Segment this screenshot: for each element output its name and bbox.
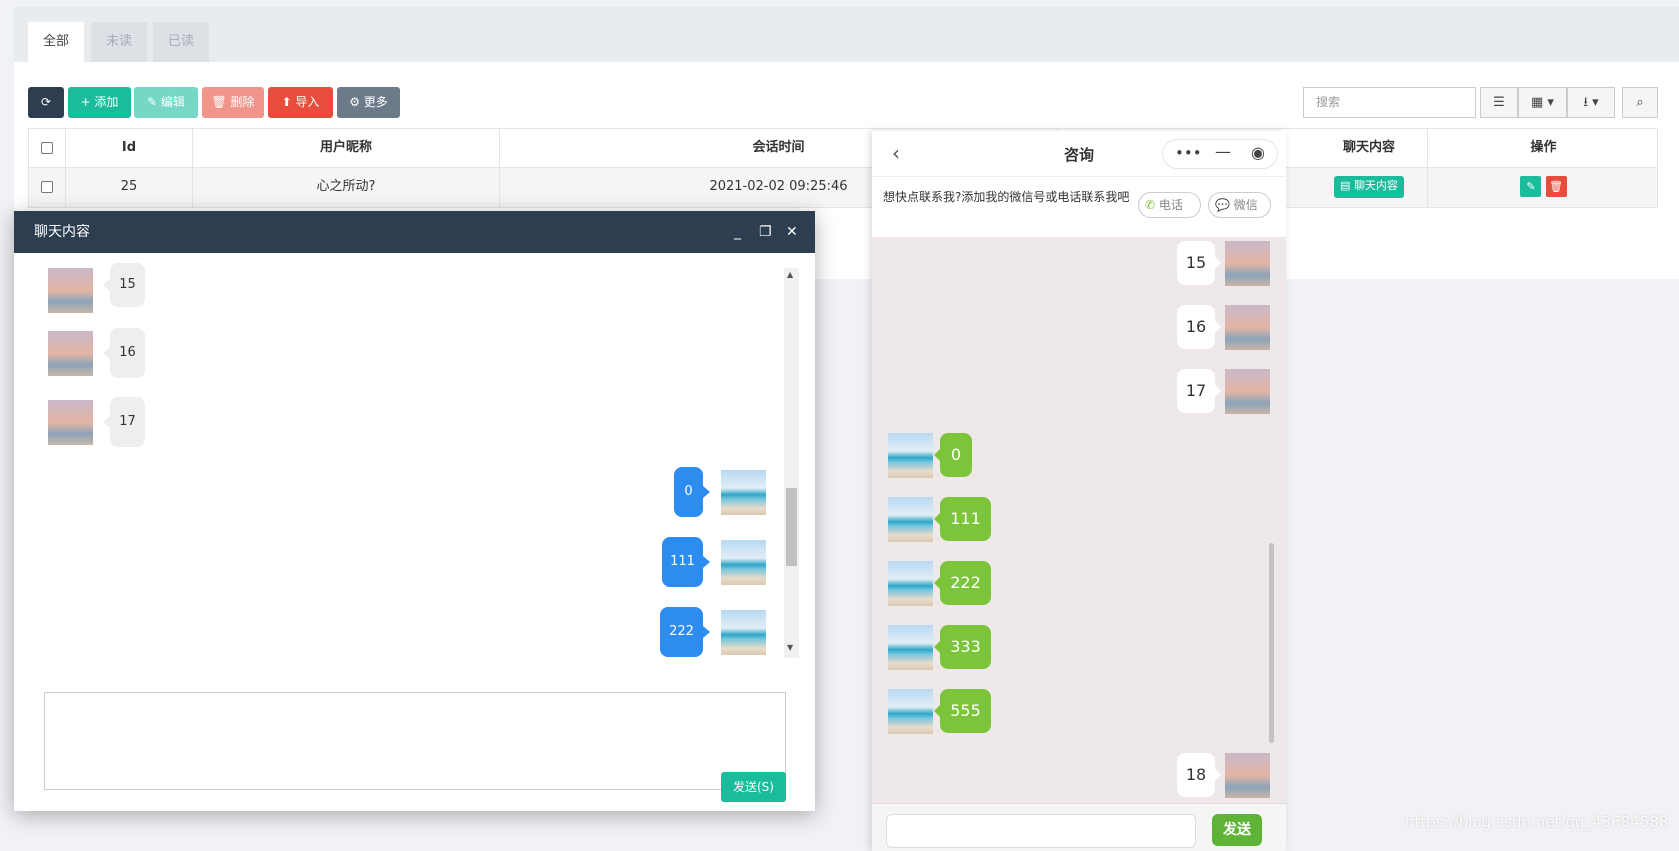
mobile-message-input[interactable] xyxy=(886,814,1196,848)
notice-text: 想快点联系我?添加我的微信号或电话联系我吧 xyxy=(883,190,1130,204)
scrollbar[interactable] xyxy=(1269,543,1274,743)
select-all-checkbox[interactable] xyxy=(29,129,66,167)
avatar xyxy=(888,433,933,478)
wechat-button[interactable]: 💬 微信 xyxy=(1208,192,1271,218)
list-view-icon[interactable]: ☰ xyxy=(1480,87,1518,118)
message-bubble: 111 xyxy=(662,537,710,587)
row-delete-icon[interactable]: 🗑 xyxy=(1545,176,1567,197)
phone-button[interactable]: ✆ 电话 xyxy=(1138,192,1201,218)
avatar xyxy=(48,268,93,313)
more-dots-icon[interactable]: ••• xyxy=(1175,144,1202,162)
row-nickname: 心之所动? xyxy=(193,168,500,207)
popup-title: 聊天内容 xyxy=(34,224,90,240)
minimize-icon[interactable]: — xyxy=(1215,142,1231,161)
avatar xyxy=(1225,305,1270,350)
row-checkbox[interactable] xyxy=(29,168,66,207)
mobile-header: ‹ 咨询 ••• — ◉ xyxy=(872,131,1286,177)
message-input[interactable] xyxy=(44,692,786,790)
columns-icon[interactable]: ▦ ▾ xyxy=(1518,87,1567,118)
avatar xyxy=(888,625,933,670)
message-bubble: 222 xyxy=(660,607,710,657)
avatar xyxy=(48,400,93,445)
mobile-message-list: 15 16 17 0 111 222 333 555 18 xyxy=(872,237,1286,803)
scroll-up-icon[interactable]: ▲ xyxy=(787,270,793,279)
maximize-icon[interactable]: ❐ xyxy=(759,211,772,253)
mobile-chat-panel: ‹ 咨询 ••• — ◉ 想快点联系我?添加我的微信号或电话联系我吧 ✆ 电话 … xyxy=(872,131,1286,851)
avatar xyxy=(721,610,766,655)
message-bubble: 17 xyxy=(1177,369,1221,413)
message-bubble: 0 xyxy=(674,467,710,517)
row-actions: ✎ 🗑 xyxy=(1428,168,1659,207)
avatar xyxy=(888,497,933,542)
row-chat-cell: ▤ 聊天内容 xyxy=(1311,168,1428,207)
col-nickname: 用户昵称 xyxy=(193,129,500,167)
add-button[interactable]: + 添加 xyxy=(68,87,131,118)
tabs-bar xyxy=(14,7,1679,62)
message-bubble: 222 xyxy=(934,561,991,605)
avatar xyxy=(721,540,766,585)
export-icon[interactable]: ⭳ ▾ xyxy=(1567,87,1615,118)
message-bubble: 16 xyxy=(103,328,145,378)
col-actions: 操作 xyxy=(1530,140,1557,155)
more-button[interactable]: ⚙ 更多 xyxy=(337,87,400,118)
scrollbar-thumb[interactable] xyxy=(786,488,797,566)
message-bubble: 17 xyxy=(103,397,145,447)
scrollbar[interactable] xyxy=(784,268,799,658)
mobile-input-bar: 发送 xyxy=(872,803,1286,851)
message-bubble: 0 xyxy=(934,433,972,477)
delete-button[interactable]: 🗑 删除 xyxy=(202,87,264,118)
avatar xyxy=(48,331,93,376)
list-icon: ▤ xyxy=(1340,178,1354,192)
tab-all[interactable]: 全部 xyxy=(28,22,84,62)
avatar xyxy=(721,470,766,515)
contact-notice: 想快点联系我?添加我的微信号或电话联系我吧 ✆ 电话 💬 微信 xyxy=(872,177,1286,237)
row-id: 25 xyxy=(66,168,193,207)
import-button[interactable]: ⬆ 导入 xyxy=(268,87,333,118)
scroll-down-icon[interactable]: ▼ xyxy=(787,643,793,652)
refresh-button[interactable]: ⟳ xyxy=(28,87,64,118)
mobile-send-button[interactable]: 发送 xyxy=(1212,814,1262,846)
phone-icon: ✆ xyxy=(1145,198,1156,212)
send-button[interactable]: 发送(S) xyxy=(721,772,786,802)
message-bubble: 555 xyxy=(934,689,991,733)
table-row: 25 心之所动? 2021-02-02 09:25:46 ▤ 聊天内容 ✎ 🗑 xyxy=(28,168,1658,208)
message-bubble: 18 xyxy=(1177,753,1221,797)
minimize-icon[interactable]: _ xyxy=(734,211,741,253)
popup-header: 聊天内容 _ ❐ ✕ xyxy=(14,211,815,253)
target-icon[interactable]: ◉ xyxy=(1251,143,1265,162)
wechat-label: 微信 xyxy=(1233,198,1258,212)
wechat-icon: 💬 xyxy=(1215,198,1230,212)
capsule-menu: ••• — ◉ xyxy=(1162,139,1278,169)
row-edit-icon[interactable]: ✎ xyxy=(1520,176,1542,197)
watermark: https://blog.csdn.net/qq_43684588 xyxy=(1405,813,1669,831)
tab-unread[interactable]: 未读 xyxy=(91,22,147,62)
avatar xyxy=(1225,753,1270,798)
message-bubble: 15 xyxy=(103,263,145,307)
search-input[interactable]: 搜索 xyxy=(1303,87,1476,118)
edit-button[interactable]: ✎ 编辑 xyxy=(134,87,198,118)
message-bubble: 111 xyxy=(934,497,991,541)
table-header: Id 用户昵称 会话时间 聊天内容 操作 xyxy=(28,128,1658,168)
col-chat: 聊天内容 xyxy=(1311,129,1428,167)
avatar xyxy=(888,689,933,734)
tab-read[interactable]: 已读 xyxy=(153,22,209,62)
chat-button-label: 聊天内容 xyxy=(1353,178,1398,192)
close-icon[interactable]: ✕ xyxy=(786,211,798,253)
message-bubble: 15 xyxy=(1177,241,1221,285)
avatar xyxy=(1225,241,1270,286)
chat-content-button[interactable]: ▤ 聊天内容 xyxy=(1334,175,1404,198)
message-bubble: 333 xyxy=(934,625,991,669)
message-bubble: 16 xyxy=(1177,305,1221,349)
avatar xyxy=(1225,369,1270,414)
col-id: Id xyxy=(66,129,193,167)
search-icon[interactable]: ⌕ xyxy=(1622,87,1658,118)
phone-label: 电话 xyxy=(1158,198,1183,212)
avatar xyxy=(888,561,933,606)
